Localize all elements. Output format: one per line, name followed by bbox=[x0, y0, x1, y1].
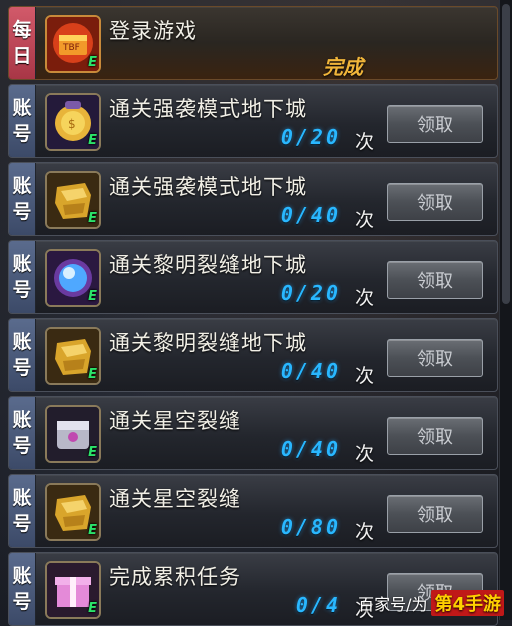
scrollbar-thumb[interactable] bbox=[502, 4, 510, 304]
daily-tag: 每 日 bbox=[9, 7, 36, 79]
progress-unit: 次 bbox=[355, 209, 375, 231]
task-progress: 0/4 bbox=[295, 593, 341, 617]
claim-button[interactable]: 领取 bbox=[387, 495, 483, 533]
tag-char: 每 bbox=[12, 19, 32, 41]
task-title: 通关强袭模式地下城 bbox=[109, 97, 307, 121]
silver-chest-icon: E bbox=[45, 405, 101, 463]
account-tag: 账号 bbox=[9, 163, 36, 235]
progress-unit: 次 bbox=[355, 287, 375, 309]
account-tag: 账号 bbox=[9, 397, 36, 469]
account-task-row: 账号 E 通关黎明裂缝地下城 0/40 次领取 bbox=[8, 318, 498, 392]
icon-badge: E bbox=[88, 367, 97, 382]
claim-button[interactable]: 领取 bbox=[387, 261, 483, 299]
status-complete: 完成 bbox=[323, 55, 363, 79]
watermark-prefix: 百家号/为 bbox=[358, 595, 428, 614]
task-title: 登录游戏 bbox=[109, 19, 197, 43]
task-title: 通关黎明裂缝地下城 bbox=[109, 331, 307, 355]
account-tag: 账号 bbox=[9, 553, 36, 625]
account-task-row: 账号 E 通关强袭模式地下城 0/40 次领取 bbox=[8, 162, 498, 236]
golden-gauntlet-icon: E bbox=[45, 483, 101, 541]
task-title: 通关星空裂缝 bbox=[109, 487, 241, 511]
claim-button[interactable]: 领取 bbox=[387, 105, 483, 143]
claim-button[interactable]: 领取 bbox=[387, 183, 483, 221]
watermark-brand: 第4手游 bbox=[431, 590, 504, 616]
svg-text:TBF: TBF bbox=[62, 43, 80, 53]
task-progress: 0/40 bbox=[280, 203, 341, 227]
claim-button[interactable]: 领取 bbox=[387, 417, 483, 455]
account-task-row: 账号 E 通关黎明裂缝地下城 0/20 次领取 bbox=[8, 240, 498, 314]
pink-gift-box-icon: E bbox=[45, 561, 101, 619]
treasure-chest-icon: TBF E bbox=[45, 15, 101, 73]
daily-task-row: 每 日 TBF E 登录游戏 完成 bbox=[8, 6, 498, 80]
blue-orb-icon: E bbox=[45, 249, 101, 307]
tag-char: 账 bbox=[12, 409, 32, 431]
tag-char: 号 bbox=[12, 201, 32, 223]
task-title: 完成累积任务 bbox=[109, 565, 241, 589]
icon-badge: E bbox=[88, 211, 97, 226]
task-title: 通关星空裂缝 bbox=[109, 409, 241, 433]
progress-unit: 次 bbox=[355, 521, 375, 543]
task-progress: 0/20 bbox=[280, 281, 341, 305]
progress-unit: 次 bbox=[355, 443, 375, 465]
tag-char: 号 bbox=[12, 435, 32, 457]
icon-badge: E bbox=[88, 133, 97, 148]
gold-coin-bag-icon: $ E bbox=[45, 93, 101, 151]
tag-char: 账 bbox=[12, 331, 32, 353]
task-title: 通关黎明裂缝地下城 bbox=[109, 253, 307, 277]
account-tag: 账号 bbox=[9, 319, 36, 391]
tag-char: 号 bbox=[12, 279, 32, 301]
tag-char: 账 bbox=[12, 175, 32, 197]
icon-badge: E bbox=[88, 523, 97, 538]
account-task-row: 账号 $ E 通关强袭模式地下城 0/20 次领取 bbox=[8, 84, 498, 158]
account-tag: 账号 bbox=[9, 475, 36, 547]
tag-char: 号 bbox=[12, 513, 32, 535]
account-task-row: 账号 E 通关星空裂缝 0/80 次领取 bbox=[8, 474, 498, 548]
task-progress: 0/80 bbox=[280, 515, 341, 539]
account-task-row: 账号 E 通关星空裂缝 0/40 次领取 bbox=[8, 396, 498, 470]
icon-badge: E bbox=[88, 289, 97, 304]
golden-gauntlet-icon: E bbox=[45, 171, 101, 229]
task-progress: 0/20 bbox=[280, 125, 341, 149]
svg-text:$: $ bbox=[68, 117, 76, 131]
task-title: 通关强袭模式地下城 bbox=[109, 175, 307, 199]
task-progress: 0/40 bbox=[280, 359, 341, 383]
golden-gauntlet-icon: E bbox=[45, 327, 101, 385]
task-progress: 0/40 bbox=[280, 437, 341, 461]
account-tag: 账号 bbox=[9, 85, 36, 157]
icon-badge: E bbox=[88, 445, 97, 460]
icon-badge: E bbox=[88, 601, 97, 616]
tag-char: 账 bbox=[12, 97, 32, 119]
account-tag: 账号 bbox=[9, 241, 36, 313]
scrollbar[interactable] bbox=[499, 0, 512, 620]
tag-char: 号 bbox=[12, 591, 32, 613]
tag-char: 账 bbox=[12, 487, 32, 509]
claim-button[interactable]: 领取 bbox=[387, 339, 483, 377]
progress-unit: 次 bbox=[355, 131, 375, 153]
tag-char: 号 bbox=[12, 123, 32, 145]
tag-char: 日 bbox=[12, 45, 32, 67]
watermark: 百家号/为 第4手游 bbox=[358, 590, 504, 616]
tag-char: 号 bbox=[12, 357, 32, 379]
tag-char: 账 bbox=[12, 565, 32, 587]
tag-char: 账 bbox=[12, 253, 32, 275]
icon-badge: E bbox=[88, 55, 97, 70]
progress-unit: 次 bbox=[355, 365, 375, 387]
